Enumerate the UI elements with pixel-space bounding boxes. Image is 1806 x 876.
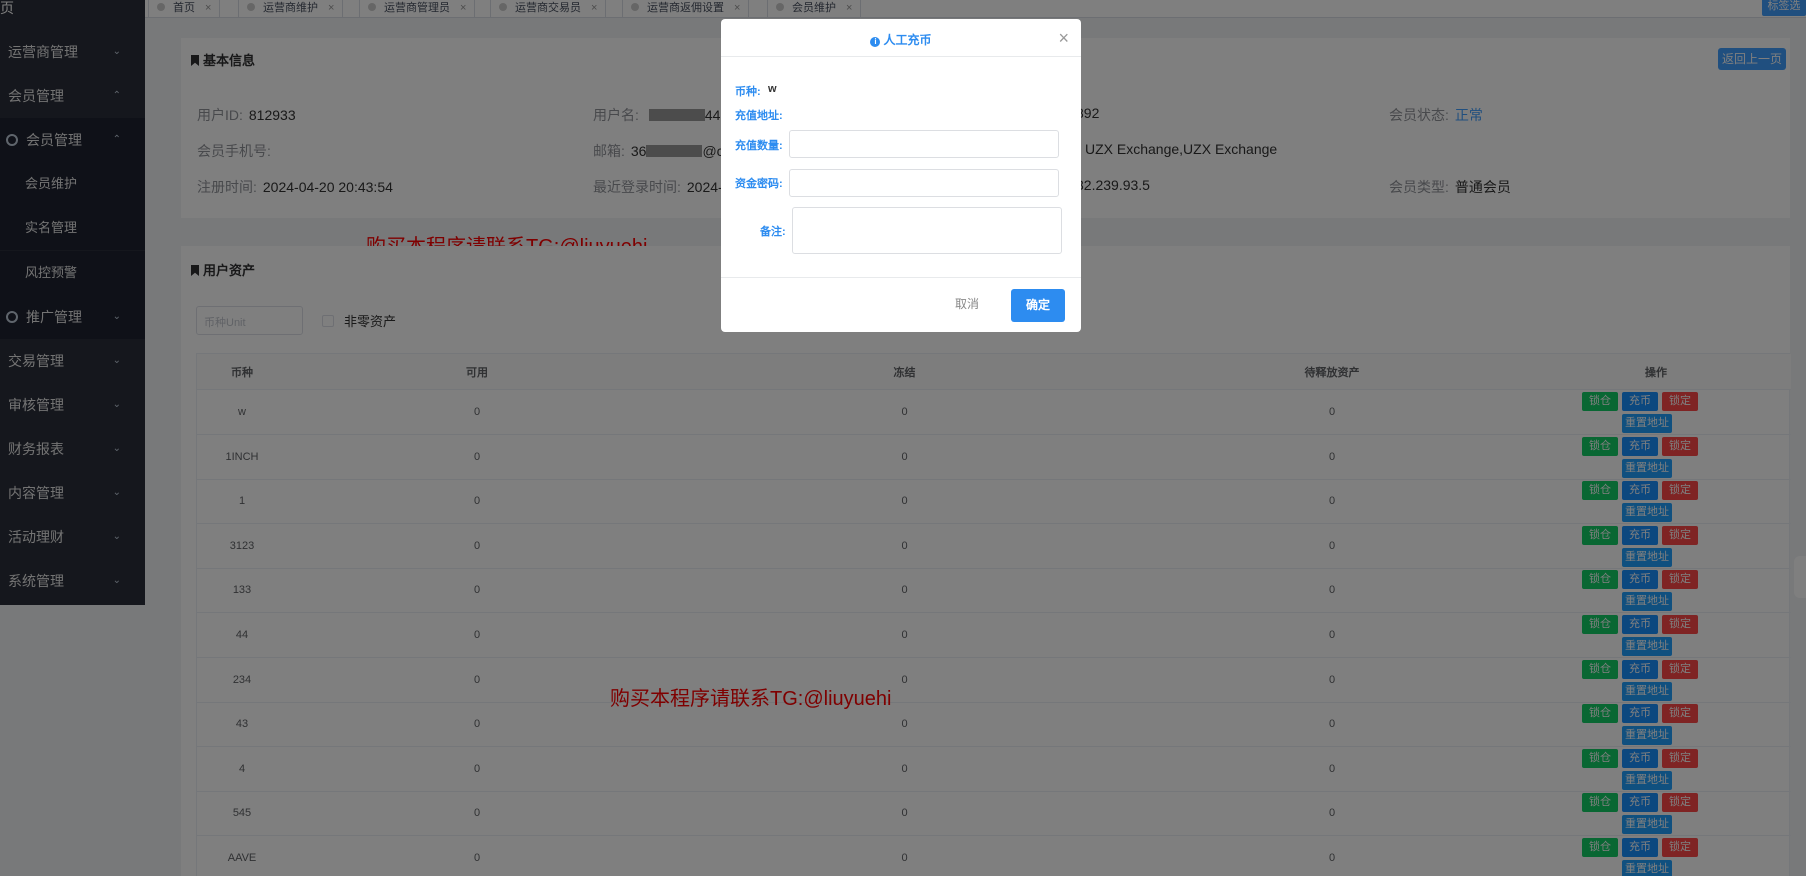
coin-label: 币种:	[735, 86, 761, 98]
coin-value: w	[768, 83, 777, 95]
manual-charge-dialog: i 人工充币 × 币种: w 充值地址: 充值数量: 资金密码: 备注: 取消 确…	[721, 19, 1081, 332]
amount-label: 充值数量:	[735, 140, 783, 152]
info-icon: i	[870, 37, 881, 47]
password-label: 资金密码:	[735, 178, 783, 190]
dialog-footer-divider	[721, 277, 1081, 278]
dialog-title-text: 人工充币	[883, 33, 932, 47]
remark-label: 备注:	[760, 226, 786, 238]
remark-textarea[interactable]	[792, 207, 1062, 254]
close-icon[interactable]: ×	[1058, 29, 1069, 47]
dialog-header: i 人工充币 ×	[721, 19, 1081, 57]
fund-password-input[interactable]	[789, 169, 1059, 197]
dialog-title: i 人工充币	[721, 31, 1081, 48]
address-label: 充值地址:	[735, 110, 783, 122]
confirm-button[interactable]: 确定	[1011, 289, 1065, 322]
cancel-button[interactable]: 取消	[955, 295, 979, 312]
amount-input[interactable]	[789, 130, 1059, 158]
